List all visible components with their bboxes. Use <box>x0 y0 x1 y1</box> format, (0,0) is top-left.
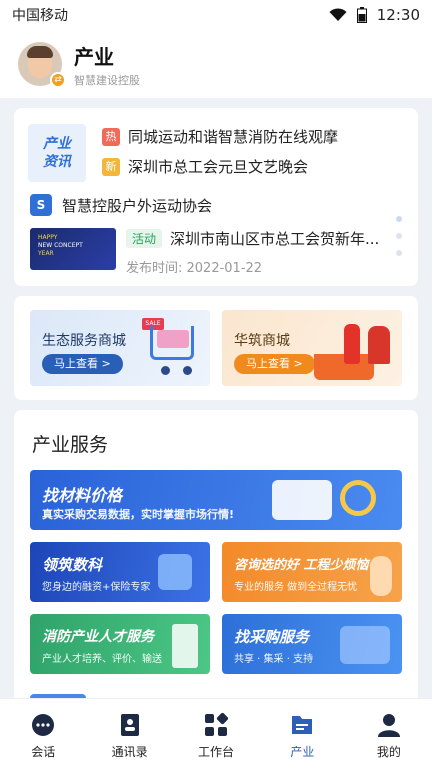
shopping-cart-icon <box>150 326 194 360</box>
battery-icon <box>356 7 367 23</box>
bottom-tab-bar: 会话 通讯录 工作台 产业 我的 <box>0 698 432 768</box>
carousel-indicator <box>396 216 402 256</box>
person-illustration-icon <box>370 556 392 596</box>
carousel-dot[interactable] <box>396 216 402 222</box>
service-desc: 真实采购交易数据，实时掌握市场行情! <box>42 508 235 521</box>
mall-name: 华筑商城 <box>234 333 290 349</box>
logo-text-line1: 产业 <box>43 136 71 152</box>
malls-card: 生态服务商城 马上查看 > SALE 华筑商城 马上查看 > <box>14 296 418 400</box>
org-item[interactable]: S 智慧控股户外运动协会 <box>30 194 212 216</box>
industry-news-card: 产业 资讯 热 同城运动和谐智慧消防在线观摩 新 深圳市总工会元旦文艺晚会 S … <box>14 108 418 286</box>
procurement-service-banner[interactable]: 找采购服务 共享 · 集采 · 支持 <box>222 614 402 674</box>
industry-services-card: 产业服务 找材料价格 真实采购交易数据，实时掌握市场行情! 领筑数科 您身边的融… <box>14 410 418 710</box>
cart-wheel-icon <box>183 366 192 375</box>
tab-chat[interactable]: 会话 <box>0 699 86 768</box>
cart-wheel-icon <box>161 366 170 375</box>
activity-thumbnail[interactable]: HAPPY NEW CONCEPT YEAR <box>30 228 116 270</box>
team-illustration-icon <box>340 626 390 664</box>
service-title: 找采购服务 <box>234 628 310 646</box>
org-name: 智慧控股户外运动协会 <box>62 196 213 215</box>
huazhu-mall-banner[interactable]: 华筑商城 马上查看 > <box>222 310 402 386</box>
tab-label: 我的 <box>376 745 401 759</box>
activity-item[interactable]: 活动 深圳市南山区市总工会贺新年... 发布时间: 2022-01-22 <box>126 228 386 276</box>
service-title: 咨询选的好 工程少烦恼 <box>234 558 369 573</box>
status-bar: 中国移动 12:30 <box>0 0 432 30</box>
tab-label: 通讯录 <box>111 745 148 759</box>
carousel-dot[interactable] <box>396 233 402 239</box>
new-tag: 新 <box>102 157 120 176</box>
headline-text: 同城运动和谐智慧消防在线观摩 <box>128 128 339 146</box>
eco-service-mall-banner[interactable]: 生态服务商城 马上查看 > SALE <box>30 310 210 386</box>
mall-name: 生态服务商城 <box>42 333 126 349</box>
profile-icon <box>377 714 400 737</box>
news-headline-new[interactable]: 新 深圳市总工会元旦文艺晚会 <box>102 156 308 177</box>
service-desc: 产业人才培养、评价、输送 <box>42 654 162 665</box>
material-price-banner[interactable]: 找材料价格 真实采购交易数据，实时掌握市场行情! <box>30 470 402 530</box>
service-title: 领筑数科 <box>42 556 103 574</box>
chat-icon <box>32 714 55 736</box>
tab-label: 工作台 <box>198 745 235 759</box>
tab-contacts[interactable]: 通讯录 <box>86 699 172 768</box>
tab-label: 产业 <box>290 745 315 759</box>
industry-icon <box>292 716 313 734</box>
activity-title: 深圳市南山区市总工会贺新年... <box>170 230 380 248</box>
service-desc: 您身边的融资+保险专家 <box>42 582 151 593</box>
activity-date: 发布时间: 2022-01-22 <box>126 261 263 276</box>
thumb-text: HAPPY <box>38 234 58 241</box>
service-title: 找材料价格 <box>42 486 123 505</box>
page-title: 产业 <box>74 44 114 69</box>
fire-talent-service-banner[interactable]: 消防产业人才服务 产业人才培养、评价、输送 <box>30 614 210 674</box>
carrier-label: 中国移动 <box>12 8 68 24</box>
service-desc: 专业的服务 做到全过程无忧 <box>234 582 358 593</box>
contacts-icon <box>120 714 139 736</box>
tab-profile[interactable]: 我的 <box>346 699 432 768</box>
avatar[interactable]: ⇄ <box>18 42 66 88</box>
view-now-button[interactable]: 马上查看 > <box>42 354 123 374</box>
switch-org-icon[interactable]: ⇄ <box>50 72 66 88</box>
activity-tag: 活动 <box>126 229 163 248</box>
thumb-text: NEW CONCEPT <box>38 242 83 249</box>
lingzhu-fintech-banner[interactable]: 领筑数科 您身边的融资+保险专家 <box>30 542 210 602</box>
chart-board-icon <box>272 480 332 520</box>
fire-hydrant-icon <box>368 326 390 364</box>
tab-workbench[interactable]: 工作台 <box>173 699 259 768</box>
clock: 12:30 <box>376 6 420 24</box>
tab-industry[interactable]: 产业 <box>259 699 345 768</box>
tab-label: 会话 <box>31 745 56 759</box>
magnifier-icon <box>340 480 376 516</box>
workbench-icon <box>205 713 229 736</box>
industry-news-logo: 产业 资讯 <box>28 124 86 182</box>
thumb-text: YEAR <box>38 250 54 257</box>
org-logo-icon: S <box>30 194 52 216</box>
wifi-icon <box>329 8 347 21</box>
page-header: ⇄ 产业 智慧建设控股 <box>0 30 432 98</box>
consulting-banner[interactable]: 咨询选的好 工程少烦恼 专业的服务 做到全过程无忧 <box>222 542 402 602</box>
view-now-button[interactable]: 马上查看 > <box>234 354 315 374</box>
service-desc: 共享 · 集采 · 支持 <box>234 654 314 665</box>
presentation-board-icon <box>172 624 198 668</box>
news-headline-hot[interactable]: 热 同城运动和谐智慧消防在线观摩 <box>102 126 338 147</box>
service-title: 消防产业人才服务 <box>42 629 154 645</box>
shield-icon <box>158 554 192 590</box>
fire-extinguisher-icon <box>344 324 360 364</box>
logo-text-line2: 资讯 <box>43 154 71 170</box>
hot-tag: 热 <box>102 127 120 146</box>
org-subtitle[interactable]: 智慧建设控股 <box>74 72 140 88</box>
section-title: 产业服务 <box>32 434 109 456</box>
carousel-dot[interactable] <box>396 250 402 256</box>
headline-text: 深圳市总工会元旦文艺晚会 <box>128 158 309 176</box>
